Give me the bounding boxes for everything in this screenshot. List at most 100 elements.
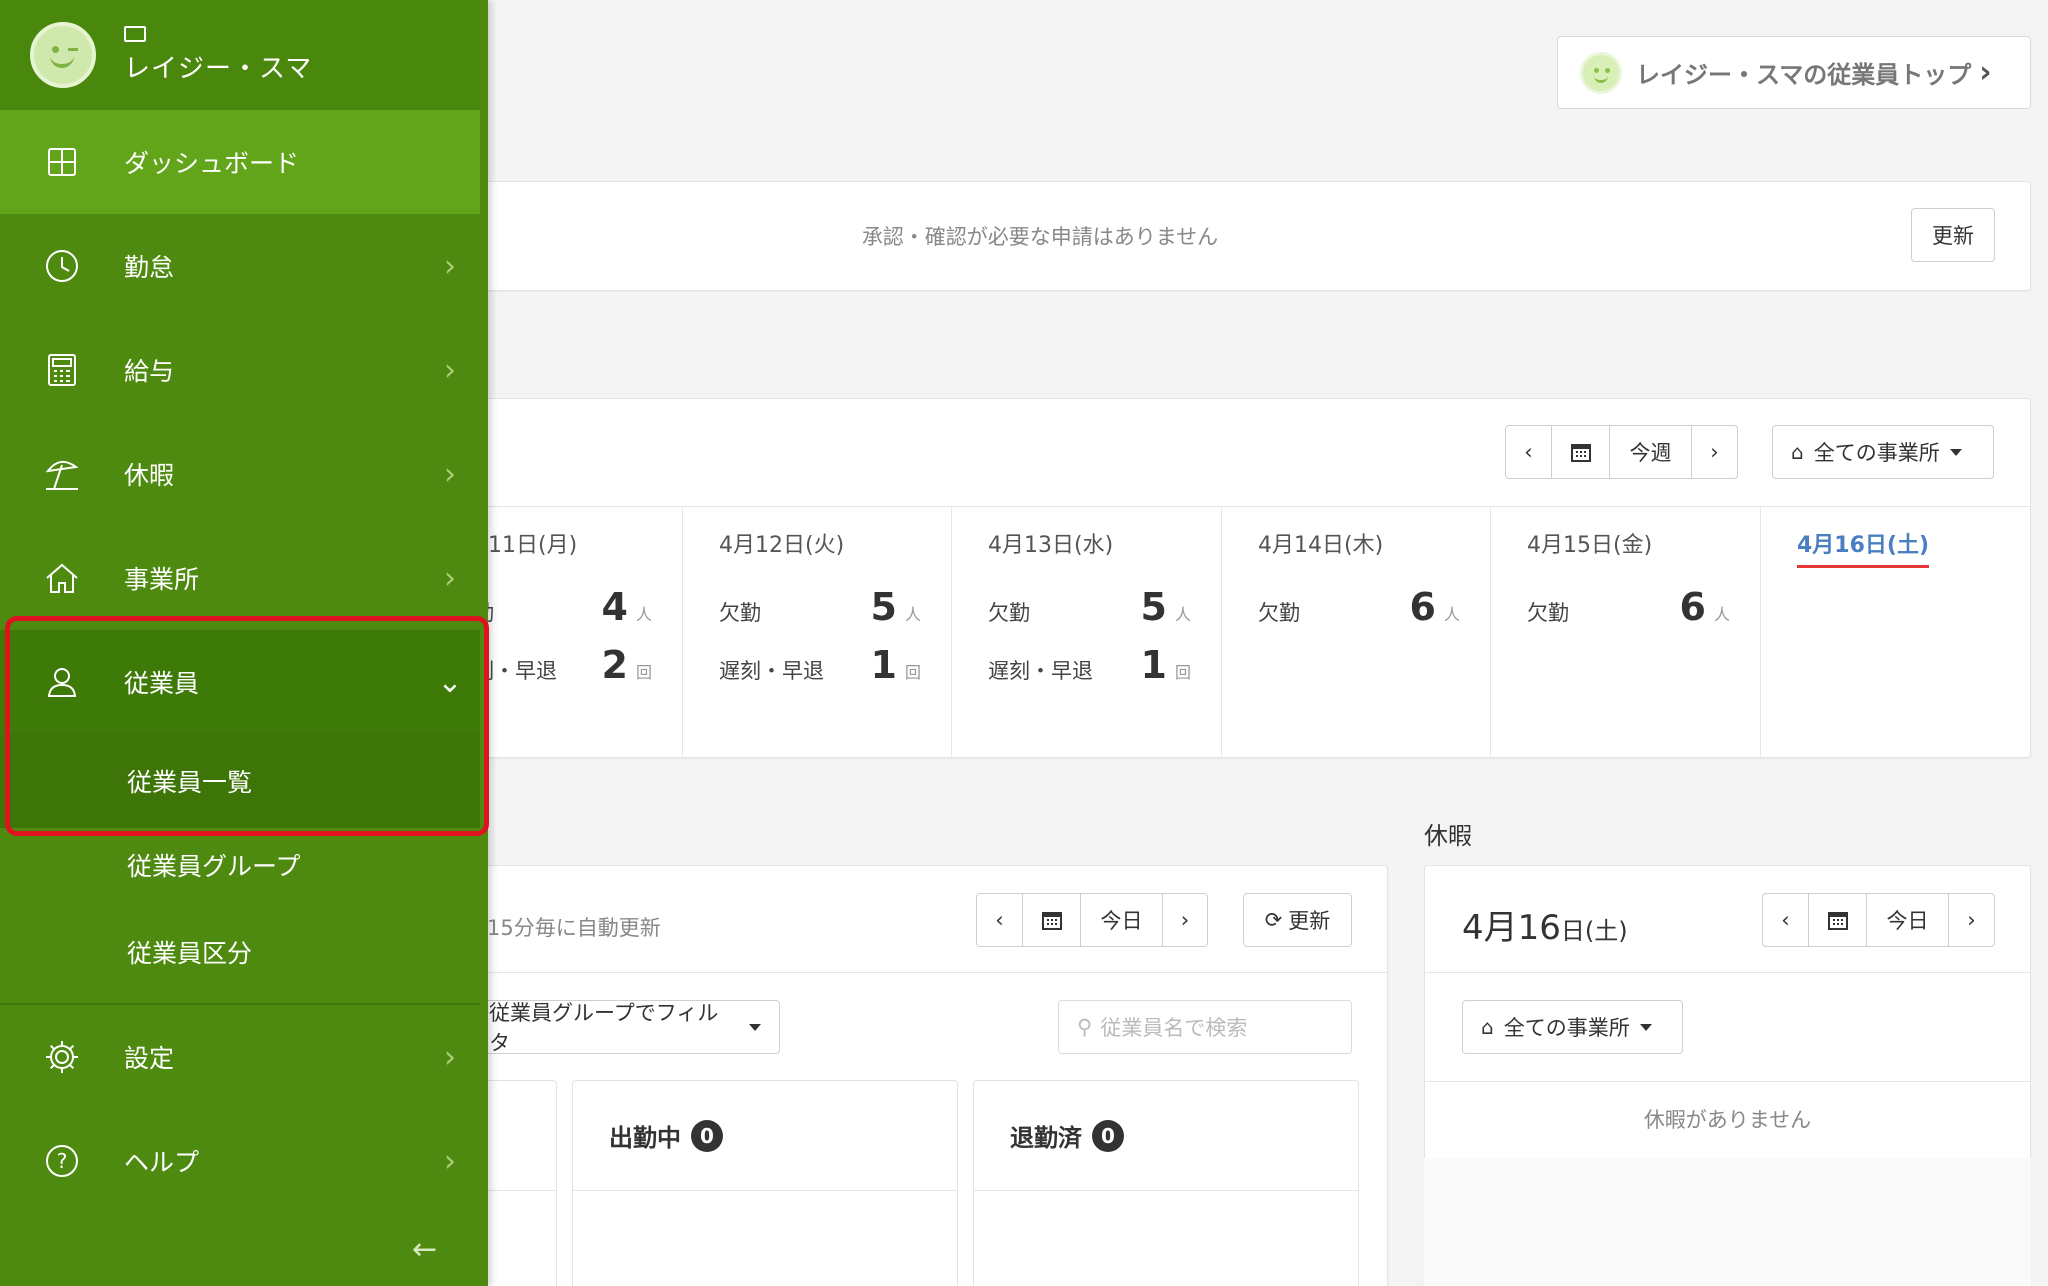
calendar-icon[interactable] bbox=[1552, 426, 1610, 478]
prev-week-button[interactable]: ‹ bbox=[1506, 426, 1552, 478]
next-week-button[interactable]: › bbox=[1692, 426, 1737, 478]
left-column: 退勤済 0 bbox=[973, 1080, 1359, 1286]
divider bbox=[430, 972, 1388, 973]
sidebar-subitem-employee-types[interactable]: 従業員区分 bbox=[0, 912, 480, 992]
sidebar-item-dashboard[interactable]: ダッシュボード bbox=[0, 110, 480, 214]
dashboard-icon bbox=[0, 147, 124, 177]
today-date[interactable]: 4月16日(土) bbox=[1797, 527, 1930, 568]
late-unit: 回 bbox=[635, 663, 652, 682]
employee-search-input[interactable]: ⚲ 従業員名で検索 bbox=[1058, 1000, 1352, 1054]
employee-top-button[interactable]: レイジー・スマの従業員トップ › bbox=[1557, 36, 2031, 109]
day-column: 4月15日(金) 欠勤 6人 bbox=[1491, 507, 1761, 757]
office-filter-label: 全ての事業所 bbox=[1503, 1016, 1630, 1040]
absence-count: 6 bbox=[1679, 585, 1706, 629]
prev-day-button[interactable]: ‹ bbox=[977, 894, 1023, 946]
next-day-button[interactable]: › bbox=[1163, 894, 1207, 946]
no-leave-message: 休暇がありません bbox=[1643, 1108, 1812, 1132]
search-placeholder: 従業員名で検索 bbox=[1100, 1016, 1248, 1040]
next-day-button[interactable]: › bbox=[1949, 894, 1994, 946]
today-button[interactable]: 今日 bbox=[1081, 894, 1163, 946]
id-card-icon bbox=[124, 26, 146, 42]
leave-date: 4月16日(土) bbox=[1462, 900, 1628, 949]
day-date: 4月15日(金) bbox=[1527, 533, 1653, 558]
absence-unit: 人 bbox=[1443, 605, 1460, 624]
auto-update-text: 15分毎に自動更新 bbox=[487, 916, 661, 940]
notice-refresh-button[interactable]: 更新 bbox=[1911, 208, 1995, 262]
working-label: 出勤中 bbox=[609, 1124, 681, 1152]
late-unit: 回 bbox=[1174, 663, 1191, 682]
chevron-right-icon: › bbox=[444, 248, 456, 284]
absence-row: 欠勤 6人 bbox=[1258, 585, 1460, 629]
week-navigator: ‹ 今週 › bbox=[1505, 425, 1738, 479]
user-name[interactable]: レイジー・スマ bbox=[124, 48, 312, 85]
refresh-label: 更新 bbox=[1288, 909, 1331, 933]
today-button[interactable]: 今日 bbox=[1867, 894, 1949, 946]
absence-label: 欠勤 bbox=[988, 601, 1030, 625]
absence-unit: 人 bbox=[904, 605, 921, 624]
late-count: 1 bbox=[870, 643, 897, 687]
late-row: 遅刻・早退 1回 bbox=[988, 643, 1191, 687]
notice-message: 承認・確認が必要な申請はありません bbox=[861, 225, 1219, 249]
caret-down-icon bbox=[1639, 1023, 1652, 1031]
late-label: 遅刻・早退 bbox=[719, 659, 824, 683]
this-week-button[interactable]: 今週 bbox=[1610, 426, 1692, 478]
office-filter-dropdown[interactable]: ⌂ 全ての事業所 bbox=[1772, 425, 1994, 479]
left-header: 退勤済 0 bbox=[974, 1081, 1358, 1191]
absence-unit: 人 bbox=[635, 605, 652, 624]
group-filter-dropdown[interactable]: 従業員グループでフィルタ bbox=[470, 1000, 780, 1055]
late-label: 遅刻・早退 bbox=[988, 659, 1093, 683]
left-count-badge: 0 bbox=[1092, 1119, 1124, 1152]
sidebar-item-label: 設定 bbox=[124, 1044, 175, 1073]
user-avatar[interactable] bbox=[30, 22, 96, 88]
absence-unit: 人 bbox=[1174, 605, 1191, 624]
attendance-refresh-button[interactable]: ⟳ 更新 bbox=[1243, 893, 1352, 947]
day-column-today: 4月16日(土) bbox=[1761, 507, 2031, 757]
absence-unit: 人 bbox=[1713, 605, 1730, 624]
search-icon: ⚲ bbox=[1077, 1015, 1093, 1039]
absence-row: 欠勤 5人 bbox=[719, 585, 921, 629]
collapse-sidebar-icon[interactable]: ← bbox=[412, 1232, 437, 1267]
sidebar-subitem-employee-groups[interactable]: 従業員グループ bbox=[0, 828, 480, 902]
leave-office-filter-dropdown[interactable]: ⌂ 全ての事業所 bbox=[1462, 1000, 1683, 1054]
divider bbox=[1424, 1081, 2031, 1082]
day-date: 4月13日(水) bbox=[988, 533, 1114, 558]
sidebar-item-help[interactable]: ? ヘルプ › bbox=[0, 1109, 480, 1213]
sidebar-item-office[interactable]: 事業所 › bbox=[0, 526, 480, 630]
sidebar-item-label: 給与 bbox=[124, 357, 175, 386]
absence-row: 欠勤 6人 bbox=[1527, 585, 1730, 629]
absence-count: 5 bbox=[870, 585, 897, 629]
calculator-icon bbox=[0, 353, 124, 387]
gear-icon bbox=[0, 1039, 124, 1075]
working-count-badge: 0 bbox=[691, 1119, 723, 1152]
sidebar-item-label: ダッシュボード bbox=[124, 149, 300, 178]
sidebar-item-leave[interactable]: 休暇 › bbox=[0, 422, 480, 526]
chevron-right-icon: › bbox=[444, 456, 456, 492]
sidebar-item-label: 事業所 bbox=[124, 565, 200, 594]
leave-date-main: 4月16 bbox=[1462, 908, 1561, 948]
sidebar-item-settings[interactable]: 設定 › bbox=[0, 1005, 480, 1109]
employee-top-label: レイジー・スマの従業員トップ bbox=[1636, 61, 1972, 89]
divider bbox=[1424, 972, 2031, 973]
sidebar-item-attendance[interactable]: 勤怠 › bbox=[0, 214, 480, 318]
chevron-right-icon: › bbox=[444, 352, 456, 388]
chevron-right-icon: › bbox=[444, 1143, 456, 1179]
highlight-box bbox=[5, 616, 489, 836]
sidebar-item-label: ヘルプ bbox=[124, 1148, 200, 1177]
calendar-icon[interactable] bbox=[1809, 894, 1867, 946]
leave-section-title: 休暇 bbox=[1424, 822, 1472, 850]
absence-label: 欠勤 bbox=[1258, 601, 1300, 625]
working-column: 出勤中 0 bbox=[572, 1080, 958, 1286]
prev-day-button[interactable]: ‹ bbox=[1763, 894, 1809, 946]
refresh-icon: ⟳ bbox=[1264, 908, 1283, 932]
help-icon: ? bbox=[0, 1144, 124, 1178]
leave-date-suffix: 日(土) bbox=[1560, 917, 1628, 945]
absence-count: 4 bbox=[601, 585, 628, 629]
office-filter-label: 全ての事業所 bbox=[1813, 441, 1940, 465]
day-navigator: ‹ 今日 › bbox=[976, 893, 1208, 947]
leave-list-area bbox=[1424, 1158, 2031, 1286]
sidebar-item-label: 勤怠 bbox=[124, 253, 175, 282]
leave-day-navigator: ‹ 今日 › bbox=[1762, 893, 1995, 947]
late-row: 遅刻・早退 1回 bbox=[719, 643, 921, 687]
sidebar-item-payroll[interactable]: 給与 › bbox=[0, 318, 480, 422]
calendar-icon[interactable] bbox=[1023, 894, 1081, 946]
